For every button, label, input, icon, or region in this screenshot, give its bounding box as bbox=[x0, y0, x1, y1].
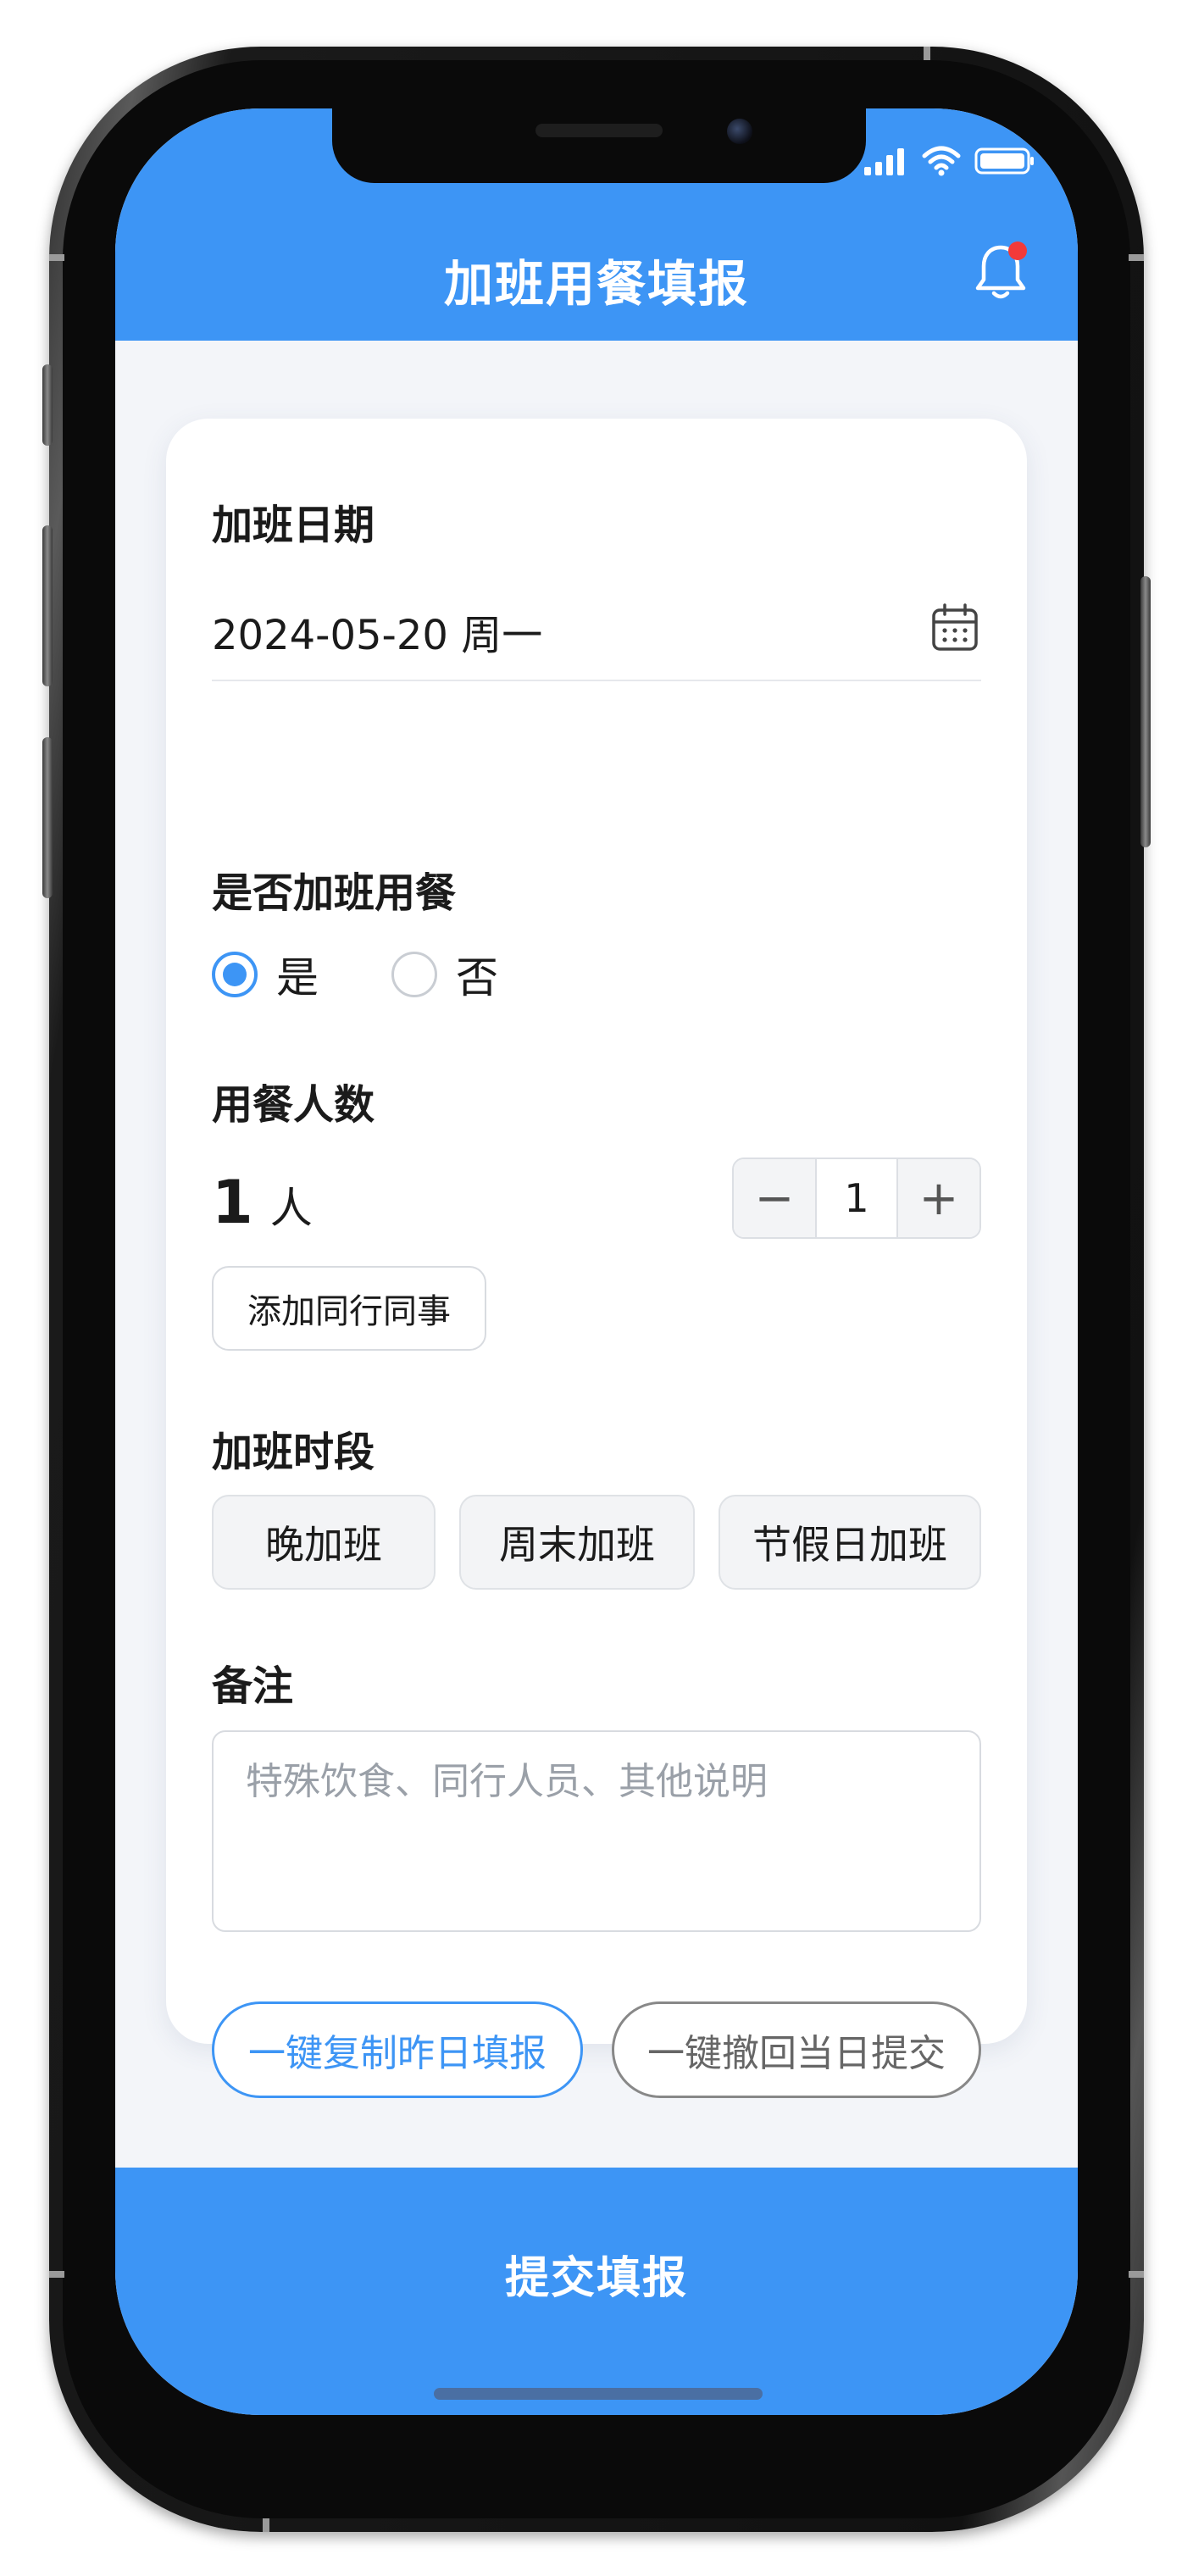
submit-button[interactable]: 提交填报 bbox=[115, 2168, 1078, 2415]
home-indicator[interactable] bbox=[434, 2388, 763, 2400]
period-evening-button[interactable]: 晚加班 bbox=[212, 1495, 436, 1590]
power-button bbox=[1140, 576, 1151, 847]
period-holiday-button[interactable]: 节假日加班 bbox=[719, 1495, 981, 1590]
battery-icon bbox=[974, 147, 1034, 175]
radio-no[interactable]: 否 bbox=[391, 944, 498, 1005]
copy-yesterday-button[interactable]: 一键复制昨日填报 bbox=[212, 2001, 583, 2098]
wifi-icon bbox=[922, 146, 961, 176]
people-count-display: 1 人 bbox=[212, 1168, 313, 1237]
antenna-line bbox=[49, 254, 64, 261]
notch bbox=[332, 108, 866, 183]
antenna-line bbox=[1129, 254, 1144, 261]
page-title: 加班用餐填报 bbox=[443, 255, 749, 313]
decrement-button[interactable]: − bbox=[734, 1159, 815, 1237]
status-bar bbox=[864, 144, 1035, 178]
antenna-line bbox=[924, 47, 930, 60]
stepper-value[interactable]: 1 bbox=[815, 1159, 898, 1237]
signal-icon bbox=[864, 148, 904, 175]
mute-switch bbox=[42, 364, 53, 446]
antenna-line bbox=[49, 2271, 64, 2278]
radio-yes-circle[interactable] bbox=[212, 952, 258, 997]
people-count-unit: 人 bbox=[269, 1184, 313, 1233]
phone-screen: 加班用餐填报 加班日期 2024-05-20 周一 是否加班用餐 是 否 用餐人… bbox=[115, 108, 1078, 2415]
antenna-line bbox=[263, 2518, 269, 2532]
date-field[interactable]: 2024-05-20 周一 bbox=[212, 602, 542, 661]
volume-down-button bbox=[42, 737, 53, 898]
radio-no-label: 否 bbox=[456, 953, 498, 1002]
speaker bbox=[535, 124, 663, 137]
divider bbox=[212, 680, 981, 681]
increment-button[interactable]: + bbox=[898, 1159, 979, 1237]
bell-icon[interactable] bbox=[971, 239, 1030, 303]
radio-no-circle[interactable] bbox=[391, 952, 437, 997]
remark-label: 备注 bbox=[212, 1663, 294, 1710]
period-label: 加班时段 bbox=[212, 1429, 375, 1476]
date-label: 加班日期 bbox=[212, 502, 375, 549]
quantity-stepper: − 1 + bbox=[732, 1158, 981, 1239]
notification-dot bbox=[1008, 242, 1027, 260]
period-weekend-button[interactable]: 周末加班 bbox=[459, 1495, 695, 1590]
add-colleague-button[interactable]: 添加同行同事 bbox=[212, 1266, 486, 1351]
volume-up-button bbox=[42, 525, 53, 686]
form-card: 加班日期 2024-05-20 周一 是否加班用餐 是 否 用餐人数 1 人 −… bbox=[166, 419, 1027, 2098]
remark-input[interactable] bbox=[212, 1730, 981, 1932]
people-count-number: 1 bbox=[212, 1168, 253, 1237]
antenna-line bbox=[1129, 2271, 1144, 2278]
meal-label: 是否加班用餐 bbox=[212, 869, 457, 917]
revoke-today-button[interactable]: 一键撤回当日提交 bbox=[612, 2001, 981, 2098]
people-label: 用餐人数 bbox=[212, 1081, 375, 1129]
calendar-icon[interactable] bbox=[929, 602, 981, 654]
submit-label: 提交填报 bbox=[504, 2253, 688, 2304]
front-camera bbox=[727, 119, 752, 144]
radio-yes[interactable]: 是 bbox=[212, 944, 319, 1005]
radio-yes-label: 是 bbox=[276, 953, 319, 1002]
